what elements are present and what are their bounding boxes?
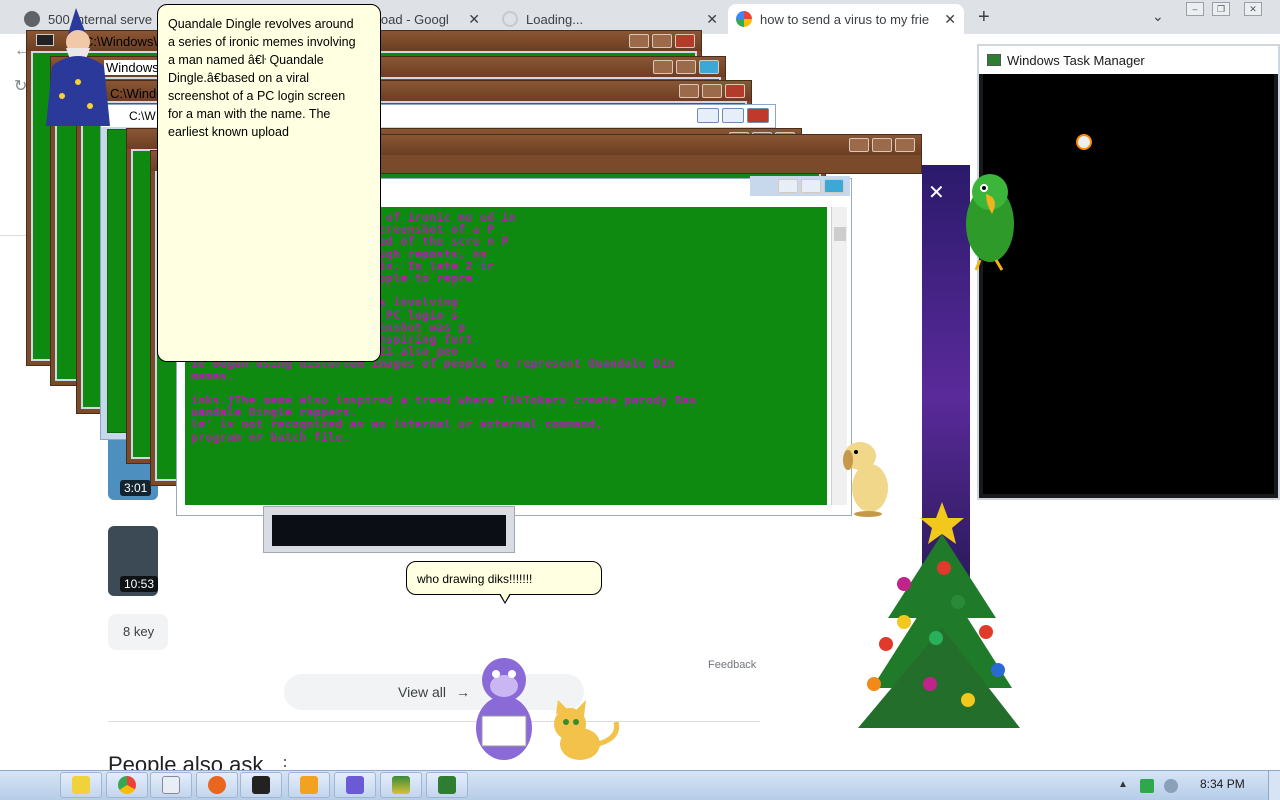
cmd-icon: [252, 776, 270, 794]
taskbar-item[interactable]: [196, 772, 238, 798]
taskbar-item[interactable]: [334, 772, 376, 798]
divider: [108, 721, 760, 722]
minimize-button[interactable]: [778, 179, 798, 193]
maximize-button[interactable]: [676, 60, 696, 74]
loading-spinner-icon: [502, 11, 518, 27]
show-hidden-icons-icon[interactable]: ▲: [1118, 779, 1132, 793]
speech-balloon: who drawing diks!!!!!!!: [406, 561, 602, 604]
parrot-peedy-icon[interactable]: [956, 168, 1026, 272]
task-manager-icon: [438, 776, 456, 794]
taskbar-item[interactable]: [106, 772, 148, 798]
task-manager-icon: [987, 54, 1001, 66]
show-desktop-button[interactable]: [1268, 771, 1280, 800]
taskbar-item[interactable]: [240, 772, 282, 798]
video-duration: 10:53: [120, 576, 158, 592]
explorer-icon: [72, 776, 90, 794]
console-line: le' is not recognized as an internal or …: [191, 417, 603, 432]
close-button[interactable]: [725, 84, 745, 98]
balloon-line: Dingle.â€based on a viral: [168, 71, 310, 85]
minimize-button[interactable]: [679, 84, 699, 98]
close-button[interactable]: [824, 179, 844, 193]
minimize-button[interactable]: [629, 34, 649, 48]
console-line: program or batch file.: [191, 429, 350, 444]
taskbar: [0, 770, 1280, 800]
taskbar-item[interactable]: [150, 772, 192, 798]
restore-button[interactable]: ❐: [1212, 2, 1230, 16]
network-icon[interactable]: [1140, 779, 1154, 793]
minimize-button[interactable]: [697, 108, 719, 123]
task-manager-content: [983, 74, 1274, 494]
tab-label: load - Googl: [378, 11, 449, 27]
taskbar-item[interactable]: [426, 772, 468, 798]
scrollbar-thumb[interactable]: [834, 227, 846, 241]
close-icon[interactable]: ✕: [938, 11, 956, 28]
maximize-button[interactable]: [652, 34, 672, 48]
winrar-icon: [392, 776, 410, 794]
media-player-icon: [300, 776, 318, 794]
task-manager-window[interactable]: Windows Task Manager: [977, 44, 1280, 500]
volume-icon[interactable]: [1164, 779, 1178, 793]
bonzi-icon: [346, 776, 364, 794]
maximize-button[interactable]: [722, 108, 744, 123]
close-button[interactable]: [675, 34, 695, 48]
balloon-line: for a man with the name. The: [168, 107, 331, 121]
taskbar-item[interactable]: [288, 772, 330, 798]
tab-how-to-send-virus[interactable]: how to send a virus to my frie ✕: [728, 4, 964, 34]
black-window-panel: [263, 506, 515, 553]
video-duration: 3:01: [120, 480, 152, 496]
wizard-merlin-icon[interactable]: [38, 6, 118, 130]
christmas-tree-icon: [858, 502, 1020, 728]
video-thumbnail[interactable]: 10:53: [108, 526, 158, 596]
firefox-icon: [208, 776, 226, 794]
tab-label: how to send a virus to my frie: [760, 11, 930, 27]
purple-gorilla-bonzi-icon[interactable]: [462, 650, 544, 766]
key-moments-chip[interactable]: 8 key: [108, 614, 168, 650]
view-all-label: View all: [398, 684, 446, 700]
close-button[interactable]: [747, 108, 769, 123]
speech-balloon: Quandale Dingle revolves around a series…: [157, 4, 381, 362]
maximize-button[interactable]: [801, 179, 821, 193]
close-icon[interactable]: ✕: [928, 180, 945, 205]
busy-cursor-icon: [1076, 134, 1092, 150]
close-icon[interactable]: ✕: [462, 11, 480, 28]
google-g-icon: [736, 11, 752, 27]
feedback-link[interactable]: Feedback: [708, 659, 756, 671]
balloon-line: earliest known upload: [168, 125, 289, 139]
balloon-line: a man named â€ŀ Quandale: [168, 53, 324, 67]
balloon-line: a series of ironic memes involving: [168, 35, 356, 49]
maximize-button[interactable]: [702, 84, 722, 98]
window-titlebar[interactable]: [750, 176, 850, 196]
tab-label: Loading...: [526, 11, 584, 27]
clock[interactable]: 8:34 PM: [1200, 777, 1245, 791]
minimize-button[interactable]: [849, 138, 869, 152]
window-titlebar[interactable]: Windows Task Manager: [979, 46, 1278, 74]
maximize-button[interactable]: [872, 138, 892, 152]
close-window-button[interactable]: ✕: [1244, 2, 1262, 16]
window-title: C:\Windo: [110, 86, 164, 101]
minimize-button[interactable]: [653, 60, 673, 74]
close-icon[interactable]: ✕: [700, 11, 718, 28]
balloon-line: screenshot of a PC login screen: [168, 89, 346, 103]
console-line: memes.: [191, 368, 235, 383]
new-tab-button[interactable]: +: [978, 6, 990, 29]
cat-icon[interactable]: [540, 698, 626, 768]
chrome-icon: [118, 776, 136, 794]
close-button[interactable]: [895, 138, 915, 152]
window-title: Windows Task Manager: [1007, 52, 1145, 68]
close-button[interactable]: [699, 60, 719, 74]
cmd-window-corner: [750, 176, 850, 206]
tab-search-chevron-down-icon[interactable]: ⌄: [1152, 8, 1164, 25]
notepad-icon: [162, 776, 180, 794]
balloon-line: Quandale Dingle revolves around: [168, 17, 354, 31]
minimize-button[interactable]: –: [1186, 2, 1204, 16]
taskbar-item[interactable]: [380, 772, 422, 798]
taskbar-item[interactable]: [60, 772, 102, 798]
